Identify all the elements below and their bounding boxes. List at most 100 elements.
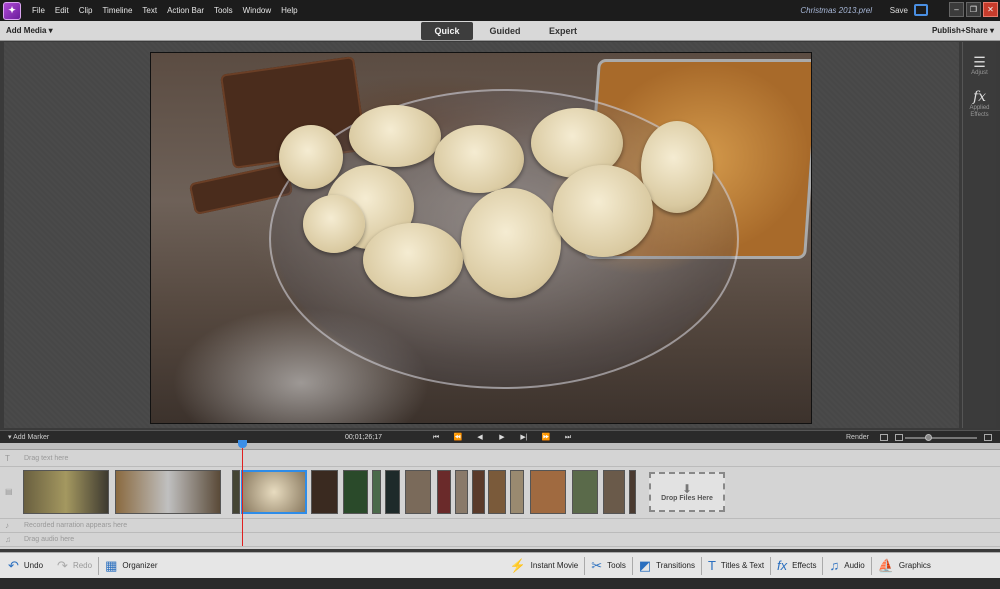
undo-button[interactable]: ↶ Undo bbox=[8, 553, 43, 579]
applied-effects-button[interactable]: fx Applied Effects bbox=[963, 89, 996, 119]
video-clip[interactable] bbox=[572, 470, 598, 514]
timeline: T Drag text here ▤ ⬇ Drop Files Here ♪ R… bbox=[0, 443, 1000, 549]
video-clip[interactable] bbox=[405, 470, 431, 514]
close-button[interactable]: ✕ bbox=[983, 2, 998, 17]
menu-bar: ✦ File Edit Clip Timeline Text Action Ba… bbox=[0, 0, 1000, 21]
organizer-icon: ▦ bbox=[105, 557, 118, 573]
video-clip[interactable] bbox=[629, 470, 636, 514]
status-strip bbox=[0, 578, 1000, 589]
transitions-button[interactable]: ◩ Transitions bbox=[639, 553, 695, 579]
effects-button[interactable]: fx Effects bbox=[777, 553, 816, 579]
divider bbox=[700, 556, 702, 575]
graphics-label: Graphics bbox=[898, 561, 931, 570]
sliders-icon: ☰ bbox=[973, 54, 986, 70]
redo-icon: ↷ bbox=[57, 557, 68, 573]
mode-tabs: Quick Guided Expert bbox=[421, 22, 595, 40]
video-clip[interactable] bbox=[472, 470, 485, 514]
adjust-label: Adjust bbox=[971, 70, 988, 76]
video-clip[interactable] bbox=[455, 470, 468, 514]
video-clip-selected[interactable] bbox=[241, 470, 307, 514]
window-controls: ‒ ❐ ✕ bbox=[949, 2, 998, 17]
fullscreen-icon[interactable] bbox=[914, 4, 928, 16]
add-media-button[interactable]: Add Media ▾ bbox=[6, 21, 53, 41]
tab-quick[interactable]: Quick bbox=[421, 22, 473, 40]
menu-text[interactable]: Text bbox=[137, 0, 162, 21]
narration-track[interactable]: ♪ Recorded narration appears here bbox=[0, 519, 1000, 533]
text-track-label: Drag text here bbox=[24, 455, 69, 462]
fit-timeline-icon[interactable] bbox=[880, 434, 888, 441]
save-button[interactable]: Save bbox=[890, 0, 908, 21]
app-logo-icon: ✦ bbox=[3, 1, 21, 20]
graphics-icon: ⛵ bbox=[877, 557, 894, 573]
publish-share-button[interactable]: Publish+Share ▾ bbox=[932, 21, 994, 41]
video-clip[interactable] bbox=[488, 470, 506, 514]
playhead-handle[interactable] bbox=[238, 440, 247, 448]
microphone-icon: ♪ bbox=[5, 521, 9, 530]
timeline-header: ▾ Add Marker 00;01;26;17 ⏮ ⏪ ◀ ▶ ▶| ⏩ ⏭ … bbox=[0, 430, 1000, 443]
text-track[interactable]: T Drag text here bbox=[0, 451, 1000, 467]
zoom-in-icon[interactable] bbox=[984, 434, 992, 441]
preview-cookie bbox=[641, 121, 713, 213]
tools-icon: ✂ bbox=[591, 557, 603, 573]
menu-window[interactable]: Window bbox=[238, 0, 276, 21]
instant-movie-button[interactable]: ⚡ Instant Movie bbox=[509, 553, 578, 579]
tab-guided[interactable]: Guided bbox=[479, 22, 531, 40]
tools-label: Tools bbox=[607, 561, 626, 570]
audio-button[interactable]: ♫ Audio bbox=[829, 553, 864, 579]
preview-cookie bbox=[434, 125, 524, 193]
redo-label: Redo bbox=[72, 561, 93, 570]
menu-action-bar[interactable]: Action Bar bbox=[162, 0, 209, 21]
organizer-button[interactable]: ▦ Organizer bbox=[105, 553, 157, 579]
video-clip[interactable] bbox=[510, 470, 524, 514]
adjust-panel-button[interactable]: ☰ Adjust bbox=[963, 54, 996, 77]
video-clip[interactable] bbox=[311, 470, 338, 514]
redo-button[interactable]: ↷ Redo bbox=[57, 553, 92, 579]
graphics-button[interactable]: ⛵ Graphics bbox=[878, 553, 931, 579]
divider bbox=[770, 556, 772, 575]
restore-button[interactable]: ❐ bbox=[966, 2, 981, 17]
zoom-out-icon[interactable] bbox=[895, 434, 903, 441]
zoom-slider[interactable] bbox=[905, 437, 977, 439]
video-clip[interactable] bbox=[372, 470, 381, 514]
minimize-button[interactable]: ‒ bbox=[949, 2, 964, 17]
audio-track-icon: ♫ bbox=[5, 535, 11, 544]
video-clip[interactable] bbox=[603, 470, 625, 514]
titles-icon: T bbox=[707, 558, 716, 573]
audio-track[interactable]: ♫ Drag audio here bbox=[0, 533, 1000, 547]
divider bbox=[631, 556, 633, 575]
menu-timeline[interactable]: Timeline bbox=[97, 0, 137, 21]
video-clip[interactable] bbox=[115, 470, 221, 514]
effects-label: Effects bbox=[792, 561, 817, 570]
menu-edit[interactable]: Edit bbox=[50, 0, 74, 21]
video-clip[interactable] bbox=[232, 470, 240, 514]
preview-cookie bbox=[279, 125, 343, 189]
fx-icon: fx bbox=[777, 558, 788, 573]
divider bbox=[584, 556, 586, 575]
fx-icon: fx bbox=[972, 89, 987, 105]
timeline-ruler[interactable] bbox=[0, 443, 1000, 450]
preview-cookie bbox=[363, 223, 463, 297]
video-clip[interactable] bbox=[385, 470, 400, 514]
divider bbox=[822, 556, 824, 575]
text-track-icon: T bbox=[5, 454, 10, 463]
audio-label: Audio bbox=[844, 561, 865, 570]
menu-clip[interactable]: Clip bbox=[74, 0, 98, 21]
tab-expert[interactable]: Expert bbox=[537, 22, 589, 40]
mode-bar: Add Media ▾ Quick Guided Expert Publish+… bbox=[0, 21, 1000, 41]
video-clip[interactable] bbox=[23, 470, 109, 514]
titles-text-button[interactable]: T Titles & Text bbox=[708, 553, 764, 579]
menu-help[interactable]: Help bbox=[276, 0, 302, 21]
video-track-icon: ▤ bbox=[5, 487, 13, 496]
video-preview[interactable] bbox=[150, 52, 812, 424]
drop-files-zone[interactable]: ⬇ Drop Files Here bbox=[649, 472, 725, 512]
divider bbox=[98, 556, 100, 575]
video-clip[interactable] bbox=[530, 470, 566, 514]
audio-track-label: Drag audio here bbox=[24, 536, 75, 543]
tools-button[interactable]: ✂ Tools bbox=[591, 553, 626, 579]
zoom-slider-handle[interactable] bbox=[925, 434, 932, 441]
video-clip[interactable] bbox=[437, 470, 451, 514]
organizer-label: Organizer bbox=[122, 561, 158, 570]
video-clip[interactable] bbox=[343, 470, 368, 514]
menu-file[interactable]: File bbox=[27, 0, 50, 21]
menu-tools[interactable]: Tools bbox=[209, 0, 238, 21]
